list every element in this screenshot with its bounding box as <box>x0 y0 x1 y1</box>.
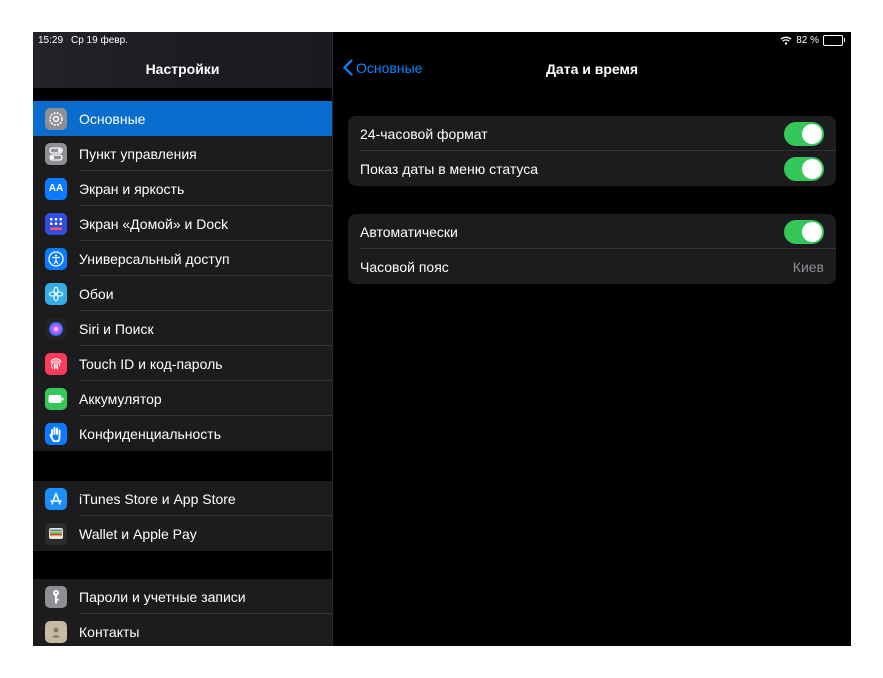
sidebar-item-battery[interactable]: Аккумулятор <box>33 381 332 416</box>
row-label: 24-часовой формат <box>360 125 488 142</box>
page-title: Дата и время <box>545 61 639 77</box>
sidebar-item-wallpaper[interactable]: Обои <box>33 276 332 311</box>
sidebar-item-general[interactable]: Основные <box>33 101 332 136</box>
sidebar-item-label: Основные <box>79 110 146 127</box>
sidebar-item-label: Универсальный доступ <box>79 250 230 267</box>
sidebar-item-label: Экран и яркость <box>79 180 185 197</box>
sidebar-group-main: Основные Пункт управления AA Экран и ярк… <box>33 101 332 451</box>
sidebar-item-siri[interactable]: Siri и Поиск <box>33 311 332 346</box>
toggles-icon <box>45 142 67 165</box>
sidebar-item-label: Пароли и учетные записи <box>79 588 246 605</box>
row-set-automatically: Автоматически <box>348 214 836 249</box>
sidebar-item-label: Siri и Поиск <box>79 320 154 337</box>
toggle-set-automatically[interactable] <box>784 219 824 244</box>
sidebar-item-home-screen[interactable]: Экран «Домой» и Dock <box>33 206 332 241</box>
sidebar-item-app-store[interactable]: iTunes Store и App Store <box>33 481 332 516</box>
sidebar-item-touch-id[interactable]: Touch ID и код-пароль <box>33 346 332 381</box>
sidebar-item-accessibility[interactable]: Универсальный доступ <box>33 241 332 276</box>
sidebar-item-label: Touch ID и код-пароль <box>79 355 223 372</box>
sidebar-item-label: Конфиденциальность <box>79 425 222 442</box>
sidebar-title: Настройки <box>145 61 220 77</box>
time-format-card: 24-часовой формат Показ даты в меню стат… <box>348 116 836 186</box>
fingerprint-icon <box>45 352 67 375</box>
wallet-icon <box>45 522 67 545</box>
home-grid-icon <box>45 212 67 235</box>
time-zone-value: Киев <box>792 258 824 275</box>
sidebar-item-label: Аккумулятор <box>79 390 162 407</box>
row-status-date: Показ даты в меню статуса <box>348 151 836 186</box>
battery-status-icon <box>823 35 845 46</box>
sidebar-item-control-center[interactable]: Пункт управления <box>33 136 332 171</box>
status-date: Ср 19 февр. <box>71 35 128 46</box>
sidebar-item-label: Обои <box>79 285 114 302</box>
detail-pane: Основные Дата и время 24-часовой формат … <box>333 32 851 646</box>
sidebar-item-label: iTunes Store и App Store <box>79 490 236 507</box>
sidebar-item-label: Контакты <box>79 623 140 640</box>
wifi-icon <box>780 36 792 45</box>
row-time-zone[interactable]: Часовой пояс Киев <box>348 249 836 284</box>
siri-icon <box>45 317 67 340</box>
sidebar-item-passwords[interactable]: Пароли и учетные записи <box>33 579 332 614</box>
battery-percent: 82 % <box>796 35 819 46</box>
app-store-icon <box>45 487 67 510</box>
battery-icon <box>45 387 67 410</box>
sidebar-item-label: Wallet и Apple Pay <box>79 525 197 542</box>
sidebar-item-display[interactable]: AA Экран и яркость <box>33 171 332 206</box>
settings-sidebar: Настройки Основные Пункт управления AA Э… <box>33 32 333 646</box>
status-time: 15:29 <box>38 35 64 46</box>
status-right: 82 % <box>780 35 845 46</box>
toggle-status-date[interactable] <box>784 156 824 181</box>
hand-icon <box>45 422 67 445</box>
sidebar-item-contacts[interactable]: Контакты <box>33 614 332 646</box>
wallpaper-flower-icon <box>45 282 67 305</box>
status-bar: 15:29 Ср 19 февр. 82 % <box>33 32 851 48</box>
sidebar-item-privacy[interactable]: Конфиденциальность <box>33 416 332 451</box>
contacts-icon <box>45 620 67 643</box>
gear-icon <box>45 107 67 130</box>
row-label: Показ даты в меню статуса <box>360 160 539 177</box>
row-label: Автоматически <box>360 223 458 240</box>
sidebar-item-wallet[interactable]: Wallet и Apple Pay <box>33 516 332 551</box>
timezone-card: Автоматически Часовой пояс Киев <box>348 214 836 284</box>
toggle-24-hour-format[interactable] <box>784 121 824 146</box>
sidebar-item-label: Пункт управления <box>79 145 197 162</box>
row-24-hour-format: 24-часовой формат <box>348 116 836 151</box>
accessibility-icon <box>45 247 67 270</box>
text-size-icon: AA <box>45 177 67 200</box>
sidebar-item-label: Экран «Домой» и Dock <box>79 215 229 232</box>
sidebar-group-accounts: Пароли и учетные записи Контакты <box>33 579 332 646</box>
ipad-screen: Настройки Основные Пункт управления AA Э… <box>33 32 851 646</box>
sidebar-group-stores: iTunes Store и App Store Wallet и Apple … <box>33 481 332 551</box>
key-icon <box>45 585 67 608</box>
row-label: Часовой пояс <box>360 258 449 275</box>
